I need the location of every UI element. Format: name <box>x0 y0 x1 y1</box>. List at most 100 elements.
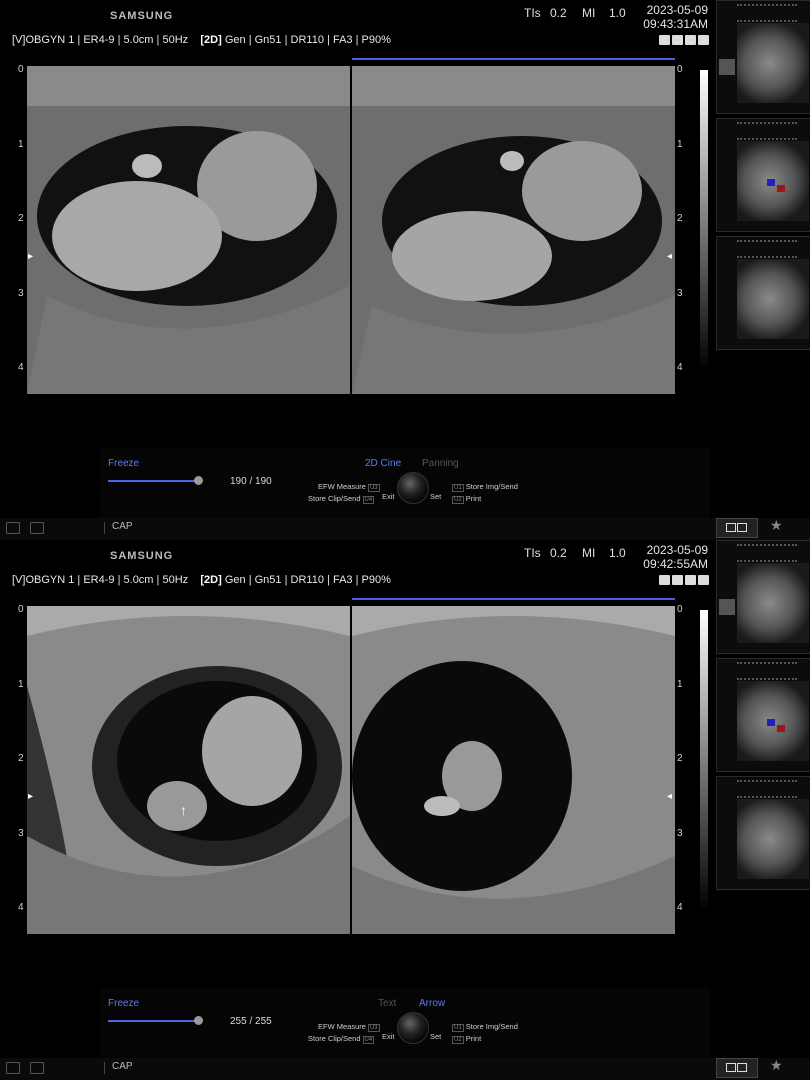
thumbnail-strip <box>716 0 810 352</box>
date: 2023-05-09 <box>646 543 708 557</box>
pane-icon <box>737 523 747 532</box>
time: 09:42:55AM <box>643 557 708 571</box>
focus-marker-icon[interactable]: ◂ <box>667 791 672 802</box>
store-img-button[interactable]: U1 Store Img/Send <box>450 482 518 492</box>
trackball-icon[interactable] <box>397 472 429 504</box>
power: P90% <box>361 34 391 46</box>
ultrasound-frame-right[interactable] <box>352 606 675 934</box>
depth-scale-label: 0 <box>677 64 683 75</box>
depth: 5.0cm <box>123 574 154 586</box>
focus-marker-icon[interactable]: ◂ <box>667 251 672 262</box>
caps-indicator: CAP <box>112 1061 133 1072</box>
favorite-star-icon[interactable]: ★ <box>770 517 783 534</box>
focus-marker-icon[interactable]: ▸ <box>28 251 33 262</box>
datetime: 2023-05-09 09:42:55AM <box>640 543 708 571</box>
date: 2023-05-09 <box>646 3 708 17</box>
tab-panning[interactable]: Panning <box>422 458 459 469</box>
efw-measure-label: EFW Measure <box>318 482 366 491</box>
frame-counter: 190 / 190 <box>230 476 272 487</box>
freeze-label[interactable]: Freeze <box>108 458 139 469</box>
printer-icon[interactable] <box>6 1062 20 1074</box>
cine-slider[interactable] <box>108 1020 200 1022</box>
tab-text[interactable]: Text <box>378 998 396 1009</box>
imaging-parameters: [V]OBGYN 1 | ER4-9 | 5.0cm | 50Hz [2D] G… <box>12 574 391 586</box>
probe-icon <box>672 575 683 585</box>
key-hint: U4 <box>362 496 375 504</box>
favorite-star-icon[interactable]: ★ <box>770 1057 783 1074</box>
gain-value: Gn51 <box>254 34 282 46</box>
grayscale-bar <box>700 610 708 910</box>
frame-counter: 255 / 255 <box>230 1016 272 1027</box>
frame-rate: 50Hz <box>162 574 189 586</box>
depth-scale-label: 1 <box>18 139 24 150</box>
mi-label: MI <box>582 546 596 560</box>
thumbnail[interactable] <box>716 118 810 232</box>
set-label[interactable]: Set <box>430 492 441 501</box>
ultrasound-image-area[interactable] <box>27 66 677 394</box>
efw-measure-button[interactable]: EFW Measure U3 <box>318 482 380 492</box>
dual-view-button[interactable] <box>716 518 758 538</box>
dynamic-range: DR110 <box>290 574 324 586</box>
cine-slider[interactable] <box>108 480 200 482</box>
monitor-icon[interactable] <box>30 522 44 534</box>
key-hint: U4 <box>362 1036 375 1044</box>
monitor-icon[interactable] <box>30 1062 44 1074</box>
depth-scale-label: 3 <box>18 288 24 299</box>
tab-2d-cine[interactable]: 2D Cine <box>365 458 401 469</box>
tab-arrow[interactable]: Arrow <box>419 998 445 1009</box>
trackball-icon[interactable] <box>397 1012 429 1044</box>
store-clip-label: Store Clip/Send <box>308 1034 361 1043</box>
cine-slider-knob[interactable] <box>194 1016 203 1025</box>
gain-label: Gen <box>224 34 246 46</box>
time: 09:43:31AM <box>643 17 708 31</box>
store-img-button[interactable]: U1 Store Img/Send <box>450 1022 518 1032</box>
tis-label: TIs <box>524 546 541 560</box>
depth-scale-label: 3 <box>18 828 24 839</box>
store-clip-button[interactable]: Store Clip/Send U4 <box>308 494 375 504</box>
depth-scale-label: 4 <box>18 902 24 913</box>
depth-scale-label: 1 <box>677 139 683 150</box>
thumbnail[interactable] <box>716 236 810 350</box>
depth-scale-label: 1 <box>18 679 24 690</box>
transducer: ER4-9 <box>83 34 115 46</box>
ultrasound-frame-right[interactable] <box>352 66 675 394</box>
mi-value: 1.0 <box>609 6 626 20</box>
print-button[interactable]: U2 Print <box>450 1034 481 1044</box>
annotation-arrow-icon[interactable]: ↑ <box>180 802 187 818</box>
depth-scale-label: 0 <box>677 604 683 615</box>
thumbnail[interactable] <box>716 658 810 772</box>
exit-label[interactable]: Exit <box>382 1032 395 1041</box>
active-frame-indicator <box>352 598 675 600</box>
frame-rate: 50Hz <box>162 34 189 46</box>
depth-scale-label: 0 <box>18 604 24 615</box>
mi-value: 1.0 <box>609 546 626 560</box>
probe-icon <box>672 35 683 45</box>
depth-scale-label: 2 <box>677 753 683 764</box>
printer-icon[interactable] <box>6 522 20 534</box>
store-clip-button[interactable]: Store Clip/Send U4 <box>308 1034 375 1044</box>
cine-slider-knob[interactable] <box>194 476 203 485</box>
freeze-label[interactable]: Freeze <box>108 998 139 1009</box>
set-label[interactable]: Set <box>430 1032 441 1041</box>
thumbnail[interactable] <box>716 776 810 890</box>
efw-measure-label: EFW Measure <box>318 1022 366 1031</box>
print-button[interactable]: U2 Print <box>450 494 481 504</box>
efw-measure-button[interactable]: EFW Measure U3 <box>318 1022 380 1032</box>
depth-scale-label: 4 <box>18 362 24 373</box>
depth-scale-label: 3 <box>677 288 683 299</box>
depth-scale-label: 1 <box>677 679 683 690</box>
key-hint: U2 <box>452 1036 464 1044</box>
ultrasound-image-area[interactable] <box>27 606 677 934</box>
ultrasound-frame-left[interactable] <box>27 66 350 394</box>
probe-preset: [V]OBGYN 1 <box>12 574 75 586</box>
focus-marker-icon[interactable]: ▸ <box>28 791 33 802</box>
dual-view-button[interactable] <box>716 1058 758 1078</box>
thumbnail[interactable] <box>716 0 810 114</box>
store-img-label: Store Img/Send <box>465 1022 518 1031</box>
exit-label[interactable]: Exit <box>382 492 395 501</box>
thumbnail[interactable] <box>716 540 810 654</box>
key-hint: U2 <box>452 496 464 504</box>
depth-scale-label: 2 <box>18 213 24 224</box>
ultrasound-frame-left[interactable] <box>27 606 350 934</box>
caps-indicator: CAP <box>112 521 133 532</box>
